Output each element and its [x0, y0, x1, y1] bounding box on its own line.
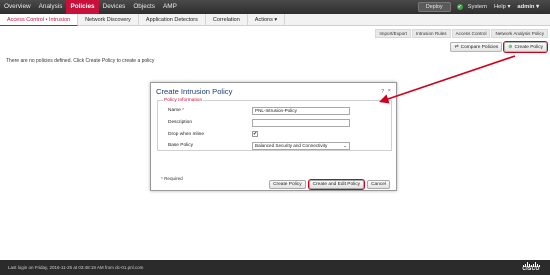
dialog-buttons: Create Policy Create and Edit Policy Can…	[266, 178, 390, 191]
dialog-title: Create Intrusion Policy	[156, 87, 233, 96]
base-policy-select[interactable]: Balanced Security and Connectivity ⌄	[252, 142, 350, 150]
close-icon[interactable]: ×	[388, 88, 391, 94]
description-label: Description	[168, 120, 192, 125]
base-policy-value: Balanced Security and Connectivity	[255, 143, 328, 148]
required-star: *	[182, 108, 185, 113]
create-and-edit-policy-button[interactable]: Create and Edit Policy	[307, 178, 366, 191]
nav-devices[interactable]: Devices	[99, 0, 130, 14]
policy-information-legend: Policy Information	[163, 98, 204, 103]
base-policy-label: Base Policy	[168, 143, 194, 148]
compare-policies-label: Compare Policies	[460, 44, 499, 50]
system-menu[interactable]: System	[468, 4, 487, 10]
policy-information-group: Policy Information Name * PNL-Intrusion-…	[157, 98, 392, 151]
nav-overview[interactable]: Overview	[0, 0, 35, 14]
cisco-logo: CISCO	[520, 262, 542, 273]
cancel-button[interactable]: Cancel	[367, 180, 390, 189]
compare-policies-button[interactable]: ⇄ Compare Policies	[450, 42, 503, 52]
policy-actions: ⇄ Compare Policies ⊕ Create Policy	[448, 40, 549, 54]
help-menu[interactable]: Help ▾	[494, 4, 510, 10]
create-policy-dialog-button[interactable]: Create Policy	[269, 180, 306, 189]
link-import-export[interactable]: Import/Export	[375, 29, 411, 38]
tab-access-control-intrusion[interactable]: Access Control • Intrusion	[0, 14, 79, 26]
name-input[interactable]: PNL-Intrusion-Policy	[252, 107, 350, 115]
required-note-star: *	[161, 176, 163, 181]
name-row: Name *	[168, 108, 184, 113]
nav-analysis[interactable]: Analysis	[35, 0, 67, 14]
tab-actions[interactable]: Actions ▾	[248, 14, 286, 26]
add-icon: ⊕	[508, 44, 513, 50]
empty-state-message: There are no policies defined. Click Cre…	[6, 58, 155, 64]
tab-network-discovery[interactable]: Network Discovery	[78, 14, 139, 26]
drop-when-inline-label: Drop when Inline	[168, 132, 204, 137]
check-icon[interactable]: ✔	[456, 4, 463, 10]
required-note: * Required	[161, 176, 183, 181]
nav-policies[interactable]: Policies	[66, 0, 99, 14]
drop-when-inline-checkbox[interactable]: ✔	[252, 131, 258, 137]
description-input[interactable]	[252, 119, 350, 127]
footer-bar: Last login on Friday, 2016-11-25 at 03:4…	[0, 260, 550, 275]
last-login-text: Last login on Friday, 2016-11-25 at 03:4…	[8, 265, 144, 270]
compare-icon: ⇄	[454, 44, 459, 50]
create-intrusion-policy-dialog: Create Intrusion Policy ? × Policy Infor…	[150, 82, 397, 191]
nav-amp[interactable]: AMP	[159, 0, 181, 14]
chevron-down-icon: ⌄	[343, 143, 347, 148]
link-intrusion-rules[interactable]: Intrusion Rules	[411, 29, 451, 38]
cisco-wordmark: CISCO	[522, 266, 540, 272]
user-menu[interactable]: admin ▾	[517, 4, 539, 10]
primary-nav: Overview Analysis Policies Devices Objec…	[0, 0, 181, 14]
tab-application-detectors[interactable]: Application Detectors	[139, 14, 206, 26]
required-note-text: Required	[164, 176, 183, 181]
link-network-analysis-policy[interactable]: Network Analysis Policy	[491, 29, 548, 38]
create-policy-button[interactable]: ⊕ Create Policy	[502, 40, 549, 54]
nav-objects[interactable]: Objects	[129, 0, 159, 14]
secondary-navigation-bar: Access Control • Intrusion Network Disco…	[0, 14, 550, 26]
top-right-controls: Deploy ✔ System Help ▾ admin ▾	[417, 0, 546, 14]
create-policy-label: Create Policy	[514, 44, 543, 50]
top-navigation-bar: Overview Analysis Policies Devices Objec…	[0, 0, 550, 14]
help-icon[interactable]: ?	[381, 89, 384, 95]
link-access-control[interactable]: Access Control	[451, 29, 491, 38]
name-label: Name	[168, 108, 181, 113]
tab-correlation[interactable]: Correlation	[206, 14, 248, 26]
deploy-button[interactable]: Deploy	[417, 2, 451, 12]
policy-links: Import/Export Intrusion Rules Access Con…	[374, 29, 548, 38]
secondary-nav: Access Control • Intrusion Network Disco…	[0, 14, 550, 26]
